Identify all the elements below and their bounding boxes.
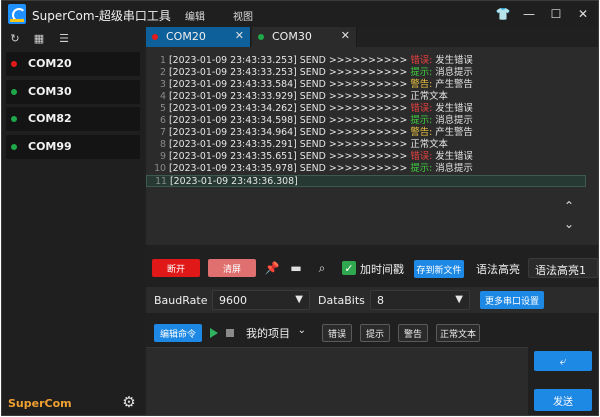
close-icon[interactable]: ✕ [341, 29, 350, 42]
brand-label: SuperCom [8, 397, 72, 410]
log-line: 6 [2023-01-09 23:43:34.598] SEND >>>>>>>>… [160, 115, 473, 126]
command-row: 编辑命令 我的项目 ⌄ 错误 提示 警告 正常文本 [146, 319, 598, 345]
close-icon[interactable]: ✕ [235, 29, 244, 42]
quick-command-tip[interactable]: 提示 [360, 324, 390, 342]
status-dot [11, 144, 17, 150]
status-dot [258, 34, 264, 40]
tab-com30[interactable]: COM30 ✕ [252, 27, 357, 47]
wrap-icon: ⤶ [559, 353, 567, 368]
highlight-label: 语法高亮 [476, 263, 520, 276]
databits-select[interactable]: 8 ▼ [370, 290, 470, 310]
quick-command-warning[interactable]: 警告 [398, 324, 428, 342]
sidebar: ↻ ▦ ☰ COM20 COM30 COM82 COM99 SuperCom ⚙ [2, 27, 144, 415]
grid-icon[interactable]: ▦ [32, 31, 46, 45]
log-line: 8 [2023-01-09 23:43:35.291] SEND >>>>>>>>… [160, 139, 448, 150]
port-label: COM20 [28, 57, 72, 70]
save-new-file-button[interactable]: 存到新文件 [414, 260, 464, 278]
log-line: 5 [2023-01-09 23:43:34.262] SEND >>>>>>>>… [160, 103, 473, 114]
timestamp-checkbox[interactable]: ✓ [342, 261, 356, 275]
chevron-down-icon: ▼ [455, 294, 463, 305]
sidebar-port-com82[interactable]: COM82 [6, 107, 140, 131]
close-button[interactable]: ✕ [572, 4, 594, 24]
log-line: 10 [2023-01-09 23:43:35.978] SEND >>>>>>>… [154, 163, 473, 174]
disconnect-button[interactable]: 断开 [152, 259, 200, 277]
app-title: SuperCom-超级串口工具 [32, 9, 171, 23]
scroll-down-icon[interactable]: ⌄ [560, 217, 578, 231]
skin-button[interactable]: 👕 [492, 4, 514, 24]
shirt-icon: 👕 [495, 7, 511, 21]
play-icon[interactable] [210, 328, 218, 338]
gear-icon[interactable]: ⚙ [120, 393, 138, 411]
action-row: 断开 清屏 📌 ▬ ⌕ ✓ 加时间戳 存到新文件 语法高亮 语法高亮1 [146, 255, 598, 281]
log-line: 1 [2023-01-09 23:43:33.253] SEND >>>>>>>>… [160, 55, 473, 66]
baudrate-label: BaudRate [154, 294, 208, 307]
log-view[interactable]: 1 [2023-01-09 23:43:33.253] SEND >>>>>>>>… [146, 47, 598, 245]
chevron-down-icon: ▼ [295, 294, 303, 305]
databits-label: DataBits [318, 294, 365, 307]
scroll-up-icon[interactable]: ⌃ [560, 199, 578, 213]
log-line: 7 [2023-01-09 23:43:34.964] SEND >>>>>>>>… [160, 127, 473, 138]
clear-button[interactable]: 清屏 [208, 259, 256, 277]
folder-icon[interactable]: ▬ [288, 260, 304, 276]
newline-button[interactable]: ⤶ [534, 351, 592, 371]
send-button[interactable]: 发送 [534, 389, 592, 411]
menu-view[interactable]: 视图 [233, 8, 253, 23]
tab-bar: COM20 ✕ COM30 ✕ [146, 27, 598, 47]
search-file-icon[interactable]: ⌕ [314, 260, 330, 276]
log-line-current: 11 [2023-01-09 23:43:36.308] [146, 175, 586, 187]
highlight-select[interactable]: 语法高亮1 [528, 258, 598, 278]
menu-edit[interactable]: 编辑 [185, 8, 205, 23]
timestamp-label: 加时间戳 [360, 263, 404, 276]
minimize-button[interactable]: — [518, 4, 540, 24]
log-line: 4 [2023-01-09 23:43:33.929] SEND >>>>>>>>… [160, 91, 448, 102]
status-dot [11, 116, 17, 122]
port-label: COM30 [28, 85, 72, 98]
log-line: 2 [2023-01-09 23:43:33.253] SEND >>>>>>>>… [160, 67, 473, 78]
sidebar-port-com99[interactable]: COM99 [6, 135, 140, 159]
maximize-button[interactable]: ☐ [545, 4, 567, 24]
tab-label: COM20 [166, 30, 206, 43]
edit-commands-button[interactable]: 编辑命令 [154, 324, 202, 342]
port-label: COM82 [28, 112, 72, 125]
sort-icon[interactable]: ☰ [57, 31, 71, 45]
baudrate-select[interactable]: 9600 ▼ [212, 290, 310, 310]
log-line: 3 [2023-01-09 23:43:33.584] SEND >>>>>>>>… [160, 79, 473, 90]
quick-command-error[interactable]: 错误 [322, 324, 352, 342]
app-logo-icon [8, 4, 26, 24]
refresh-icon[interactable]: ↻ [8, 31, 22, 45]
app-window: SuperCom-超级串口工具 编辑 视图 👕 — ☐ ✕ ↻ ▦ ☰ COM2… [1, 0, 599, 416]
tab-label: COM30 [272, 30, 312, 43]
send-input[interactable] [146, 347, 528, 415]
status-dot [11, 89, 17, 95]
port-label: COM99 [28, 140, 72, 153]
more-serial-settings-button[interactable]: 更多串口设置 [480, 291, 544, 309]
status-dot [152, 34, 158, 40]
send-panel: ⤶ 发送 [528, 347, 598, 415]
status-dot [11, 61, 17, 67]
sidebar-port-com30[interactable]: COM30 [6, 80, 140, 104]
serial-settings-row: BaudRate 9600 ▼ DataBits 8 ▼ 更多串口设置 [146, 287, 598, 313]
pin-icon[interactable]: 📌 [264, 260, 280, 276]
sidebar-port-com20[interactable]: COM20 [6, 52, 140, 76]
project-select[interactable]: 我的项目 ⌄ [242, 322, 306, 342]
log-line: 9 [2023-01-09 23:43:35.651] SEND >>>>>>>>… [160, 151, 473, 162]
chevron-down-icon: ⌄ [297, 325, 306, 336]
stop-icon[interactable] [226, 329, 234, 337]
title-bar: SuperCom-超级串口工具 编辑 视图 👕 — ☐ ✕ [2, 1, 598, 27]
quick-command-normal[interactable]: 正常文本 [436, 324, 480, 342]
tab-com20[interactable]: COM20 ✕ [146, 27, 251, 47]
